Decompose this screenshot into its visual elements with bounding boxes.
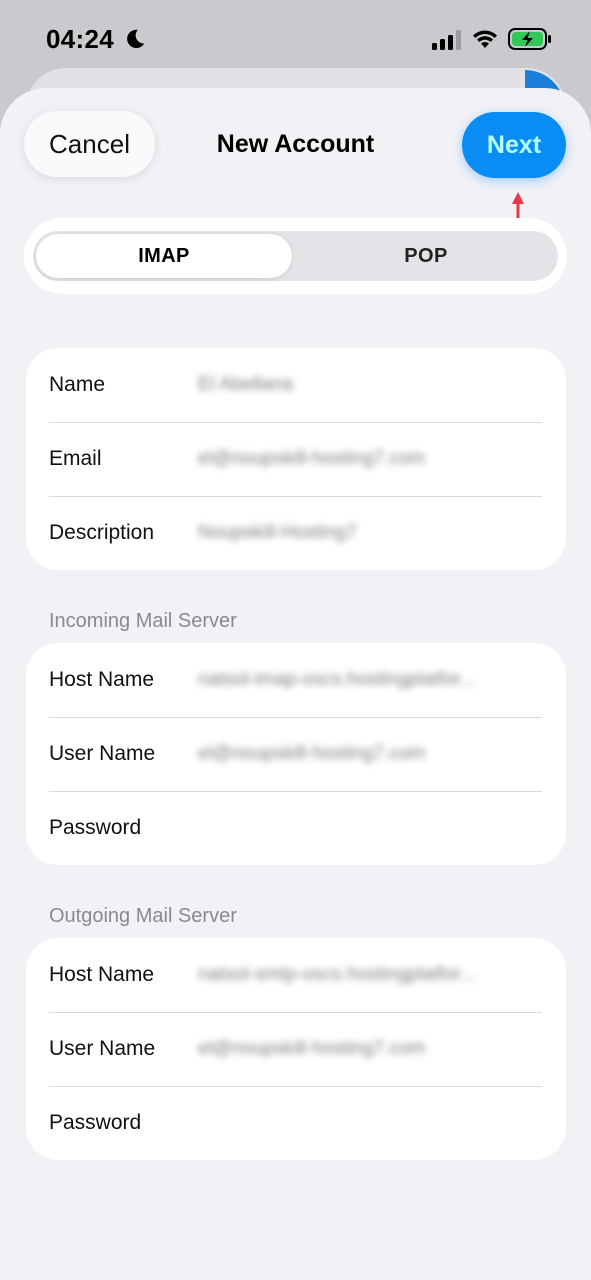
outgoing-user-label: User Name (49, 1037, 156, 1060)
segment-track: IMAP POP (33, 231, 558, 281)
battery-charging-icon (508, 28, 551, 50)
description-field[interactable]: Noupskill-Hosting7 (198, 522, 542, 544)
outgoing-server-header: Outgoing Mail Server (49, 905, 237, 927)
nav-bar: Cancel New Account Next (0, 88, 591, 240)
outgoing-host-label: Host Name (49, 963, 155, 986)
incoming-server-header: Incoming Mail Server (49, 610, 237, 632)
wifi-icon (473, 30, 497, 48)
signal-icon (432, 30, 461, 50)
incoming-server-group: Host Name natsol-imap-oscs.hostingplatfo… (26, 643, 566, 865)
name-label: Name (49, 373, 106, 396)
segment-pop[interactable]: POP (297, 234, 555, 278)
next-button[interactable]: Next (462, 112, 566, 178)
moon-icon (127, 29, 145, 49)
outgoing-password-row[interactable]: Password (26, 1086, 566, 1160)
email-label: Email (49, 447, 102, 470)
outgoing-password-label: Password (49, 1111, 142, 1134)
incoming-host-field[interactable]: natsol-imap-oscs.hostingplatfor... (198, 669, 542, 691)
incoming-user-label: User Name (49, 742, 156, 765)
outgoing-server-group: Host Name natsol-smtp-oscs.hostingplatfo… (26, 938, 566, 1160)
account-info-group: Name El Abellana Email el@noupskill-host… (26, 348, 566, 570)
email-row[interactable]: Email el@noupskill-hosting7.com (26, 422, 566, 496)
segment-imap[interactable]: IMAP (36, 234, 292, 278)
outgoing-host-field[interactable]: natsol-smtp-oscs.hostingplatfor... (198, 964, 542, 986)
incoming-user-field[interactable]: el@noupskill-hosting7.com (198, 743, 542, 765)
outgoing-host-row[interactable]: Host Name natsol-smtp-oscs.hostingplatfo… (26, 938, 566, 1012)
outgoing-user-field[interactable]: el@noupskill-hosting7.com (198, 1038, 542, 1060)
outgoing-user-row[interactable]: User Name el@noupskill-hosting7.com (26, 1012, 566, 1086)
account-type-segmented-control: IMAP POP (24, 218, 567, 294)
email-field[interactable]: el@noupskill-hosting7.com (198, 448, 542, 470)
incoming-host-row[interactable]: Host Name natsol-imap-oscs.hostingplatfo… (26, 643, 566, 717)
incoming-host-label: Host Name (49, 668, 155, 691)
incoming-password-row[interactable]: Password (26, 791, 566, 865)
new-account-sheet: Cancel New Account Next IMAP POP Name El… (0, 88, 591, 1280)
name-field[interactable]: El Abellana (198, 374, 542, 396)
status-time: 04:24 (46, 24, 114, 54)
name-row[interactable]: Name El Abellana (26, 348, 566, 422)
incoming-user-row[interactable]: User Name el@noupskill-hosting7.com (26, 717, 566, 791)
incoming-password-label: Password (49, 816, 142, 839)
description-label: Description (49, 521, 155, 544)
description-row[interactable]: Description Noupskill-Hosting7 (26, 496, 566, 570)
